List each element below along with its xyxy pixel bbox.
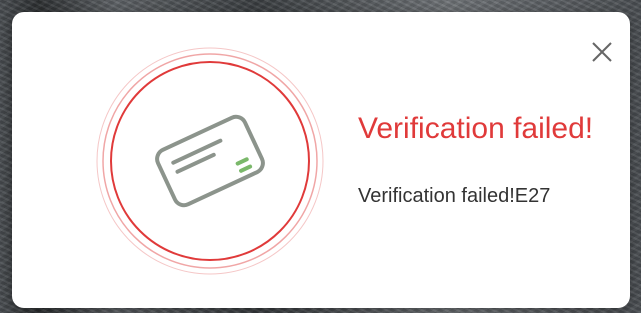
dialog-title: Verification failed! [358, 112, 594, 145]
outer-ring [96, 47, 324, 275]
dialog-message: Verification failed!E27 [358, 185, 551, 207]
card-illustration [96, 47, 324, 275]
close-icon [592, 42, 612, 62]
close-button[interactable] [588, 38, 616, 66]
card-icon [155, 114, 265, 208]
verification-dialog: Verification failed! Verification failed… [12, 12, 630, 308]
middle-ring [102, 53, 318, 269]
inner-ring [110, 61, 310, 261]
screen: Verification failed! Verification failed… [0, 0, 641, 313]
